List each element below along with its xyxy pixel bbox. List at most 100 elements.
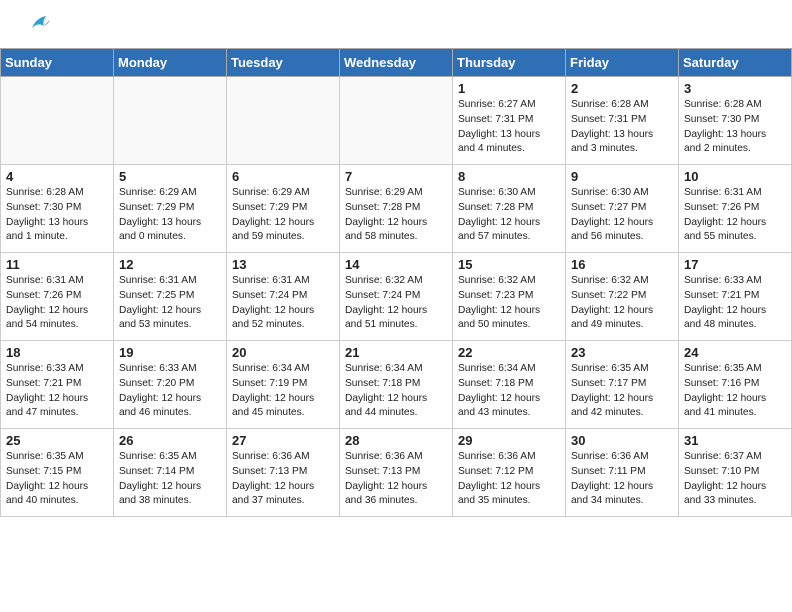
calendar-day-cell: 14 Sunrise: 6:32 AM Sunset: 7:24 PM Dayli… bbox=[340, 253, 453, 341]
day-info: Sunrise: 6:28 AM Sunset: 7:30 PM Dayligh… bbox=[6, 186, 108, 245]
calendar-day-cell: 20 Sunrise: 6:34 AM Sunset: 7:19 PM Dayli… bbox=[227, 341, 340, 429]
calendar-day-cell: 23 Sunrise: 6:35 AM Sunset: 7:17 PM Dayli… bbox=[566, 341, 679, 429]
calendar-day-cell: 24 Sunrise: 6:35 AM Sunset: 7:16 PM Dayli… bbox=[679, 341, 792, 429]
day-number: 7 bbox=[345, 169, 447, 184]
day-number: 30 bbox=[571, 433, 673, 448]
calendar-day-cell: 5 Sunrise: 6:29 AM Sunset: 7:29 PM Daylig… bbox=[114, 165, 227, 253]
day-info: Sunrise: 6:36 AM Sunset: 7:11 PM Dayligh… bbox=[571, 450, 673, 509]
day-number: 4 bbox=[6, 169, 108, 184]
col-header-sunday: Sunday bbox=[1, 49, 114, 77]
calendar-day-cell: 8 Sunrise: 6:30 AM Sunset: 7:28 PM Daylig… bbox=[453, 165, 566, 253]
day-number: 19 bbox=[119, 345, 221, 360]
day-info: Sunrise: 6:34 AM Sunset: 7:18 PM Dayligh… bbox=[345, 362, 447, 421]
day-number: 29 bbox=[458, 433, 560, 448]
day-info: Sunrise: 6:30 AM Sunset: 7:27 PM Dayligh… bbox=[571, 186, 673, 245]
calendar-day-cell: 11Sunrise: 6:31 AM Sunset: 7:26 PM Dayli… bbox=[1, 253, 114, 341]
day-number: 2 bbox=[571, 81, 673, 96]
day-info: Sunrise: 6:34 AM Sunset: 7:19 PM Dayligh… bbox=[232, 362, 334, 421]
calendar-day-cell: 18 Sunrise: 6:33 AM Sunset: 7:21 PM Dayli… bbox=[1, 341, 114, 429]
calendar-day-cell bbox=[227, 77, 340, 165]
day-number: 24 bbox=[684, 345, 786, 360]
day-number: 15 bbox=[458, 257, 560, 272]
day-number: 10 bbox=[684, 169, 786, 184]
day-number: 16 bbox=[571, 257, 673, 272]
logo-bird-icon bbox=[24, 10, 54, 40]
day-info: Sunrise: 6:29 AM Sunset: 7:29 PM Dayligh… bbox=[119, 186, 221, 245]
day-info: Sunrise: 6:32 AM Sunset: 7:22 PM Dayligh… bbox=[571, 274, 673, 333]
calendar-day-cell: 3Sunrise: 6:28 AM Sunset: 7:30 PM Daylig… bbox=[679, 77, 792, 165]
day-info: Sunrise: 6:33 AM Sunset: 7:21 PM Dayligh… bbox=[684, 274, 786, 333]
calendar-day-cell: 25 Sunrise: 6:35 AM Sunset: 7:15 PM Dayli… bbox=[1, 429, 114, 517]
calendar-day-cell: 7 Sunrise: 6:29 AM Sunset: 7:28 PM Daylig… bbox=[340, 165, 453, 253]
day-info: Sunrise: 6:35 AM Sunset: 7:17 PM Dayligh… bbox=[571, 362, 673, 421]
day-number: 8 bbox=[458, 169, 560, 184]
calendar-day-cell: 9 Sunrise: 6:30 AM Sunset: 7:27 PM Daylig… bbox=[566, 165, 679, 253]
calendar-week-row: 25 Sunrise: 6:35 AM Sunset: 7:15 PM Dayli… bbox=[1, 429, 792, 517]
day-info: Sunrise: 6:34 AM Sunset: 7:18 PM Dayligh… bbox=[458, 362, 560, 421]
day-info: Sunrise: 6:36 AM Sunset: 7:13 PM Dayligh… bbox=[345, 450, 447, 509]
col-header-thursday: Thursday bbox=[453, 49, 566, 77]
day-info: Sunrise: 6:31 AM Sunset: 7:25 PM Dayligh… bbox=[119, 274, 221, 333]
calendar-day-cell: 6 Sunrise: 6:29 AM Sunset: 7:29 PM Daylig… bbox=[227, 165, 340, 253]
day-info: Sunrise: 6:35 AM Sunset: 7:15 PM Dayligh… bbox=[6, 450, 108, 509]
day-number: 5 bbox=[119, 169, 221, 184]
day-number: 23 bbox=[571, 345, 673, 360]
day-info: Sunrise: 6:30 AM Sunset: 7:28 PM Dayligh… bbox=[458, 186, 560, 245]
day-info: Sunrise: 6:31 AM Sunset: 7:24 PM Dayligh… bbox=[232, 274, 334, 333]
calendar-day-cell: 19 Sunrise: 6:33 AM Sunset: 7:20 PM Dayli… bbox=[114, 341, 227, 429]
day-number: 21 bbox=[345, 345, 447, 360]
day-number: 3 bbox=[684, 81, 786, 96]
day-number: 31 bbox=[684, 433, 786, 448]
day-number: 25 bbox=[6, 433, 108, 448]
calendar-day-cell: 22 Sunrise: 6:34 AM Sunset: 7:18 PM Dayli… bbox=[453, 341, 566, 429]
day-info: Sunrise: 6:27 AM Sunset: 7:31 PM Dayligh… bbox=[458, 98, 560, 157]
calendar-week-row: 1 Sunrise: 6:27 AM Sunset: 7:31 PM Daylig… bbox=[1, 77, 792, 165]
day-number: 14 bbox=[345, 257, 447, 272]
calendar-day-cell: 27Sunrise: 6:36 AM Sunset: 7:13 PM Dayli… bbox=[227, 429, 340, 517]
day-info: Sunrise: 6:29 AM Sunset: 7:29 PM Dayligh… bbox=[232, 186, 334, 245]
calendar-day-cell: 31 Sunrise: 6:37 AM Sunset: 7:10 PM Dayli… bbox=[679, 429, 792, 517]
col-header-friday: Friday bbox=[566, 49, 679, 77]
calendar-day-cell: 21 Sunrise: 6:34 AM Sunset: 7:18 PM Dayli… bbox=[340, 341, 453, 429]
calendar-day-cell bbox=[114, 77, 227, 165]
day-info: Sunrise: 6:33 AM Sunset: 7:20 PM Dayligh… bbox=[119, 362, 221, 421]
col-header-wednesday: Wednesday bbox=[340, 49, 453, 77]
day-number: 11 bbox=[6, 257, 108, 272]
calendar-week-row: 11Sunrise: 6:31 AM Sunset: 7:26 PM Dayli… bbox=[1, 253, 792, 341]
day-number: 9 bbox=[571, 169, 673, 184]
col-header-saturday: Saturday bbox=[679, 49, 792, 77]
calendar-day-cell: 1 Sunrise: 6:27 AM Sunset: 7:31 PM Daylig… bbox=[453, 77, 566, 165]
calendar-header-row: SundayMondayTuesdayWednesdayThursdayFrid… bbox=[1, 49, 792, 77]
day-number: 1 bbox=[458, 81, 560, 96]
day-number: 20 bbox=[232, 345, 334, 360]
calendar-day-cell: 2 Sunrise: 6:28 AM Sunset: 7:31 PM Daylig… bbox=[566, 77, 679, 165]
day-info: Sunrise: 6:32 AM Sunset: 7:23 PM Dayligh… bbox=[458, 274, 560, 333]
day-info: Sunrise: 6:33 AM Sunset: 7:21 PM Dayligh… bbox=[6, 362, 108, 421]
calendar-week-row: 18 Sunrise: 6:33 AM Sunset: 7:21 PM Dayli… bbox=[1, 341, 792, 429]
calendar-day-cell: 10 Sunrise: 6:31 AM Sunset: 7:26 PM Dayli… bbox=[679, 165, 792, 253]
col-header-monday: Monday bbox=[114, 49, 227, 77]
day-info: Sunrise: 6:29 AM Sunset: 7:28 PM Dayligh… bbox=[345, 186, 447, 245]
day-info: Sunrise: 6:32 AM Sunset: 7:24 PM Dayligh… bbox=[345, 274, 447, 333]
day-info: Sunrise: 6:31 AM Sunset: 7:26 PM Dayligh… bbox=[684, 186, 786, 245]
day-number: 28 bbox=[345, 433, 447, 448]
day-number: 18 bbox=[6, 345, 108, 360]
day-info: Sunrise: 6:36 AM Sunset: 7:12 PM Dayligh… bbox=[458, 450, 560, 509]
calendar-day-cell: 29 Sunrise: 6:36 AM Sunset: 7:12 PM Dayli… bbox=[453, 429, 566, 517]
calendar-day-cell bbox=[340, 77, 453, 165]
day-number: 17 bbox=[684, 257, 786, 272]
day-number: 26 bbox=[119, 433, 221, 448]
day-info: Sunrise: 6:37 AM Sunset: 7:10 PM Dayligh… bbox=[684, 450, 786, 509]
day-info: Sunrise: 6:35 AM Sunset: 7:16 PM Dayligh… bbox=[684, 362, 786, 421]
day-number: 22 bbox=[458, 345, 560, 360]
calendar-table: SundayMondayTuesdayWednesdayThursdayFrid… bbox=[0, 48, 792, 517]
calendar-day-cell: 26 Sunrise: 6:35 AM Sunset: 7:14 PM Dayli… bbox=[114, 429, 227, 517]
day-info: Sunrise: 6:28 AM Sunset: 7:31 PM Dayligh… bbox=[571, 98, 673, 157]
calendar-week-row: 4 Sunrise: 6:28 AM Sunset: 7:30 PM Daylig… bbox=[1, 165, 792, 253]
day-info: Sunrise: 6:35 AM Sunset: 7:14 PM Dayligh… bbox=[119, 450, 221, 509]
page-header bbox=[0, 0, 792, 48]
calendar-day-cell bbox=[1, 77, 114, 165]
calendar-day-cell: 13Sunrise: 6:31 AM Sunset: 7:24 PM Dayli… bbox=[227, 253, 340, 341]
logo bbox=[20, 18, 54, 40]
day-number: 6 bbox=[232, 169, 334, 184]
